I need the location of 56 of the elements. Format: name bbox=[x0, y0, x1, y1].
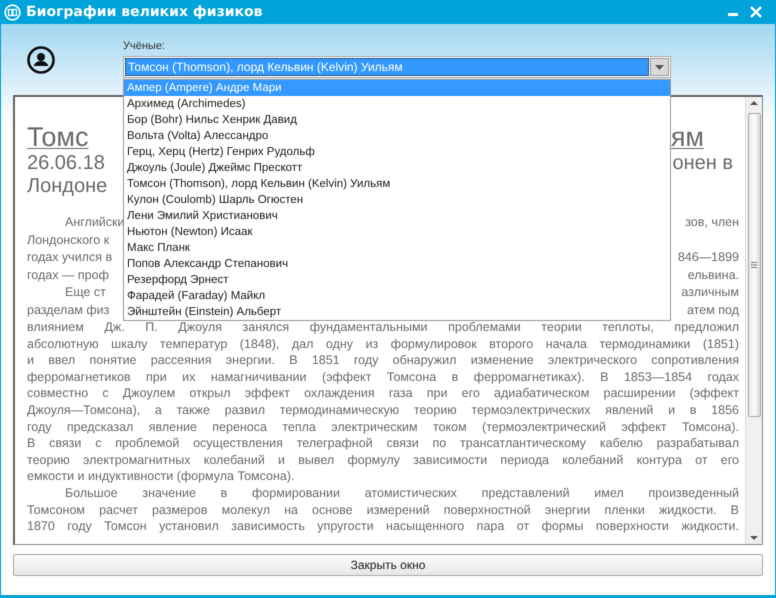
caret-icon[interactable] bbox=[650, 58, 669, 76]
body-text: разделам физ bbox=[27, 302, 110, 319]
dropdown-option[interactable]: Вольта (Volta) Алессандро bbox=[124, 128, 670, 144]
body-text: емкости и индуктивности (формула Томсона). bbox=[27, 469, 294, 484]
dropdown-option[interactable]: Бор (Bohr) Нильс Хенрик Давид bbox=[124, 112, 670, 128]
body-text: Лондонского к bbox=[27, 232, 110, 248]
dropdown-option[interactable]: Попов Александр Степанович bbox=[124, 256, 670, 272]
scroll-up-icon[interactable] bbox=[750, 100, 758, 105]
dropdown-option[interactable]: Макс Планк bbox=[124, 240, 670, 256]
body-text: ферромагнетиков при их намагничивании (эффект Томсона в ферромагнетиках). В 1853—1854 годах bbox=[27, 368, 739, 386]
dropdown-option[interactable]: Ньютон (Newton) Исаак bbox=[124, 224, 670, 240]
subheading-text: Лондоне bbox=[27, 175, 108, 198]
subheading-text: 26.06.18 bbox=[27, 152, 105, 175]
body-text: В связи с проблемой осуществления телеграфной связи по трансатлантическому кабелю разрабатывал bbox=[27, 435, 739, 452]
body-text: зов, член bbox=[685, 214, 739, 231]
body-text: годах — проф bbox=[27, 266, 109, 284]
body-text: теорию электромагнитных колебаний и вывел формулу зависимости периода колебаний контура от его bbox=[27, 452, 739, 468]
dropdown-option[interactable]: Фарадей (Faraday) Майкл bbox=[124, 288, 670, 304]
dropdown-option[interactable]: Архимед (Archimedes) bbox=[124, 96, 670, 112]
body-text: атем под bbox=[686, 302, 739, 318]
body-text: влиянием Дж. П. Джоуля занялся фундаментальными проблемами теории теплоты, предложил bbox=[27, 319, 739, 336]
book-icon bbox=[4, 4, 21, 20]
dropdown-option[interactable]: Кулон (Coulomb) Шарль Огюстен bbox=[124, 192, 670, 208]
body-text: Еще ст bbox=[65, 284, 106, 301]
minimize-icon[interactable] bbox=[728, 13, 738, 17]
body-text: и ввел понятие рассеяния энергии. В 1851 году обнаружил изменение электрического сопротивления bbox=[27, 352, 739, 369]
body-text: абсолютную шкалу температур (1848), дал одну из формулировок второго начала термодинамики (1851) bbox=[27, 336, 739, 352]
body-text: году предсказал явление переноса тепла электрическим током (термоэлектрический эффект Томсона). bbox=[27, 418, 739, 436]
dropdown-option[interactable]: Эйнштейн (Einstein) Альберт bbox=[124, 304, 670, 320]
scroll-down-icon[interactable] bbox=[750, 536, 758, 541]
body-text: совместно с Джоулем открыл эффект охлаждения газа при его адиабатическом расширении (эффект bbox=[27, 385, 739, 402]
field-label: Учёные: bbox=[123, 39, 166, 54]
heading-text: Томс bbox=[27, 124, 88, 150]
body-text: 846—1899 bbox=[678, 249, 739, 266]
close-icon[interactable] bbox=[750, 6, 762, 18]
body-text: Большое значение в формировании атомистических представлений имел произведенный bbox=[65, 484, 739, 502]
window-title: Биографии великих физиков bbox=[26, 2, 263, 22]
close-window-button[interactable]: Закрыть окно bbox=[13, 554, 763, 576]
dropdown-option[interactable]: Герц, Херц (Hertz) Генрих Рудольф bbox=[124, 144, 670, 160]
dropdown-option[interactable]: Резерфорд Эрнест bbox=[124, 272, 670, 288]
body-text: годах учился в bbox=[27, 249, 112, 266]
body-text: 1870 году Томсон установил зависимость упругости насыщенного пара от формы поверхности жидкости. bbox=[27, 518, 739, 535]
body-text: Джоуля—Томсона), а также развил термодинамическую теорию термоэлектрических явлений и в 1856 bbox=[27, 402, 739, 419]
body-text: азличным bbox=[681, 284, 739, 301]
body-text: Английски bbox=[65, 214, 124, 231]
body-text: ельвина. bbox=[688, 266, 739, 284]
scroll-thumb[interactable] bbox=[748, 113, 760, 417]
scrollbar[interactable] bbox=[745, 97, 762, 544]
person-icon bbox=[27, 46, 55, 74]
dropdown-option[interactable]: Лени Эмилий Христианович bbox=[124, 208, 670, 224]
body-text: Томсоном расчет размеров молекул на основе измерений поверхностной энергии пленки жидкости. В bbox=[27, 502, 739, 518]
dropdown-option[interactable]: Джоуль (Joule) Джеймс Прескотт bbox=[124, 160, 670, 176]
heading-text: ям bbox=[670, 124, 704, 150]
grip-icon bbox=[751, 262, 757, 268]
dropdown-option[interactable]: Томсон (Thomson), лорд Кельвин (Kelvin) Уильям bbox=[124, 176, 670, 192]
subheading-text: онен в bbox=[672, 152, 733, 175]
